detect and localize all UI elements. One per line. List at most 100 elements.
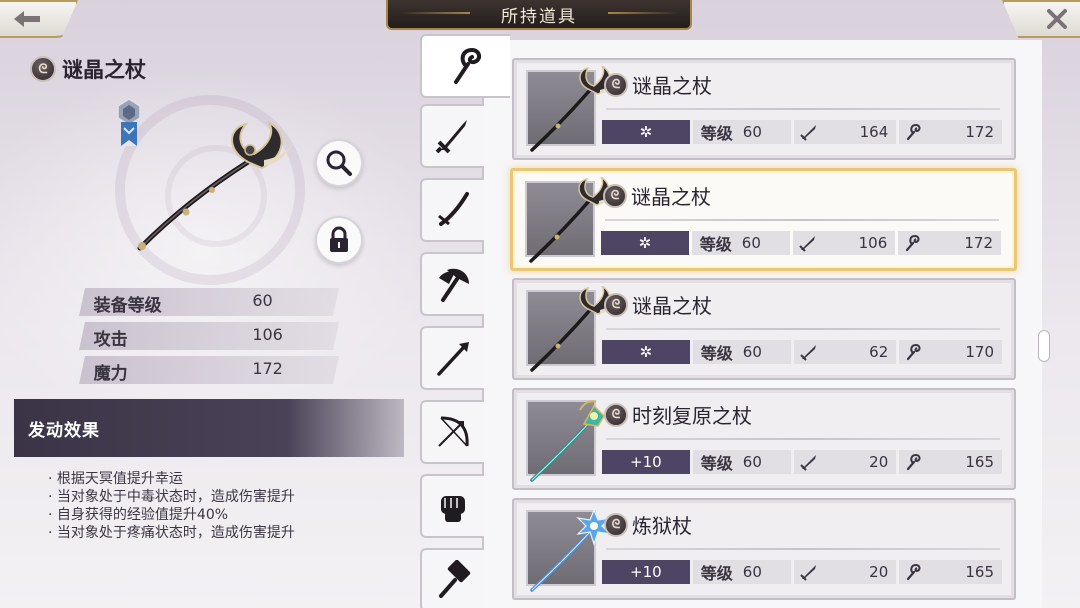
magic-value: 172 <box>965 123 994 141</box>
attack-box: 62 <box>793 340 897 364</box>
lock-button[interactable] <box>315 216 363 264</box>
stat-value: 172 <box>252 359 283 378</box>
item-card-name: 谜晶之杖 <box>632 294 712 318</box>
item-stats: ✲ 等级 60 106 172 <box>601 231 1001 255</box>
staff-category-icon: ᘓ <box>604 72 628 97</box>
inspect-button[interactable] <box>315 139 363 187</box>
attack-box: 106 <box>792 231 896 255</box>
attack-icon <box>799 125 816 141</box>
item-card-title: ᘓ 谜晶之杖 <box>604 290 712 319</box>
item-card-name: 时刻复原之杖 <box>632 404 752 428</box>
item-thumbnail <box>526 286 616 372</box>
magic-icon <box>907 343 921 361</box>
close-icon <box>1047 9 1067 29</box>
tab-axe[interactable] <box>420 252 484 316</box>
effect-title: 发动效果 <box>28 420 100 441</box>
selected-item-name: 谜晶之杖 <box>62 58 146 82</box>
attack-icon <box>799 455 816 471</box>
stat-row-level: 装备等级 60 <box>79 288 339 316</box>
tab-hammer[interactable] <box>420 548 484 608</box>
staff-category-icon: ᘓ <box>604 292 628 317</box>
attack-box: 164 <box>793 120 897 144</box>
axe-icon <box>439 268 469 302</box>
selected-item-title: ᘓ 谜晶之杖 <box>30 54 146 84</box>
sword-icon <box>435 120 467 154</box>
item-card-name: 谜晶之杖 <box>632 74 712 98</box>
level-value: 60 <box>742 343 762 361</box>
magic-value: 170 <box>965 343 994 361</box>
item-card-title: ᘓ 谜晶之杖 <box>604 70 712 99</box>
stat-label: 魔力 <box>93 364 128 384</box>
level-box: 等级 60 <box>692 120 791 144</box>
title-plate: 所持道具 <box>386 0 692 30</box>
tab-fist[interactable] <box>420 474 484 538</box>
attack-icon <box>798 236 815 252</box>
grade-badge: +10 <box>602 450 690 474</box>
item-card[interactable]: ᘓ 谜晶之杖 ✲ 等级 60 106 172 <box>510 168 1017 271</box>
staff-category-icon: ᘓ <box>604 512 628 537</box>
attack-value: 106 <box>858 234 888 252</box>
effect-line: 自身获得的经验值提升40% <box>48 506 408 524</box>
attack-value: 62 <box>869 343 889 361</box>
magic-icon <box>906 234 920 252</box>
effect-line: 根据天冥值提升幸运 <box>48 470 408 488</box>
effect-list: 根据天冥值提升幸运 当对象处于中毒状态时，造成伤害提升 自身获得的经验值提升40… <box>48 470 408 542</box>
effect-line: 当对象处于疼痛状态时，造成伤害提升 <box>48 524 408 542</box>
selected-item-image <box>137 121 294 251</box>
stat-row-magic: 魔力 172 <box>79 356 339 384</box>
attack-value: 164 <box>859 123 889 141</box>
item-stats: +10 等级 60 20 165 <box>602 450 1002 474</box>
item-stats: ✲ 等级 60 62 170 <box>602 340 1002 364</box>
tab-spear[interactable] <box>420 326 484 390</box>
level-value: 60 <box>742 453 762 471</box>
stat-value: 106 <box>252 325 283 344</box>
attack-box: 20 <box>793 560 897 584</box>
divider <box>606 548 1000 550</box>
effect-header: 发动效果 <box>14 399 404 457</box>
staff-category-icon: ᘓ <box>603 183 627 208</box>
item-stats: ✲ 等级 60 164 172 <box>602 120 1002 144</box>
item-thumbnail <box>526 400 605 482</box>
tab-sword[interactable] <box>420 104 484 168</box>
stat-label: 装备等级 <box>93 296 162 316</box>
item-card[interactable]: ᘓ 炼狱杖 +10 等级 60 20 165 <box>512 498 1016 600</box>
level-box: 等级 60 <box>691 231 790 255</box>
tab-bow[interactable] <box>420 400 484 464</box>
level-value: 60 <box>741 234 761 252</box>
fist-icon <box>441 496 465 522</box>
magic-value: 165 <box>965 563 994 581</box>
attack-value: 20 <box>869 563 889 581</box>
magic-box: 172 <box>899 120 1002 144</box>
magic-box: 165 <box>899 450 1002 474</box>
item-card-title: ᘓ 谜晶之杖 <box>603 181 711 210</box>
level-box: 等级 60 <box>692 340 791 364</box>
staff-category-icon: ᘓ <box>604 402 628 427</box>
back-arrow-icon <box>14 11 40 27</box>
item-card[interactable]: ᘓ 时刻复原之杖 +10 等级 60 20 165 <box>512 388 1016 490</box>
magic-box: 165 <box>899 560 1002 584</box>
item-card[interactable]: ᘓ 谜晶之杖 ✲ 等级 60 62 170 <box>512 278 1016 380</box>
magic-icon <box>907 453 921 471</box>
magic-icon <box>907 563 921 581</box>
item-card-title: ᘓ 时刻复原之杖 <box>604 400 752 429</box>
stat-row-attack: 攻击 106 <box>79 322 339 350</box>
grade-badge: +10 <box>602 560 690 584</box>
item-card[interactable]: ᘓ 谜晶之杖 ✲ 等级 60 164 172 <box>512 58 1016 160</box>
item-stats: +10 等级 60 20 165 <box>602 560 1002 584</box>
katana-icon <box>438 192 469 226</box>
level-label: 等级 <box>700 124 733 143</box>
scrollbar-thumb[interactable] <box>1038 330 1050 362</box>
magic-icon <box>907 123 921 141</box>
tab-staff[interactable] <box>420 34 510 98</box>
attack-icon <box>799 565 816 581</box>
attack-box: 20 <box>793 450 897 474</box>
item-thumbnail <box>525 177 615 263</box>
magic-box: 170 <box>899 340 1002 364</box>
lock-icon <box>330 226 348 252</box>
magic-value: 165 <box>965 453 994 471</box>
stat-value: 60 <box>252 291 273 310</box>
attack-value: 20 <box>869 453 889 471</box>
spear-icon <box>437 342 469 376</box>
tab-katana[interactable] <box>420 178 484 242</box>
staff-category-icon: ᘓ <box>30 56 56 82</box>
